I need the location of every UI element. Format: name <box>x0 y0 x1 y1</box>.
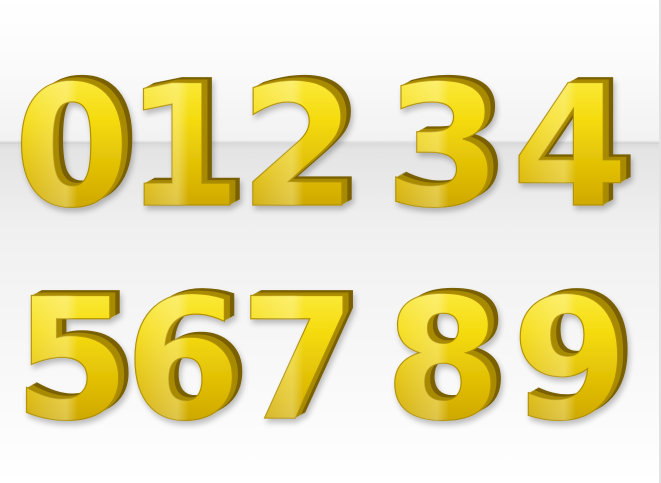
digit-4: 44444444444 <box>511 44 638 246</box>
digits-artwork: 00000000000 11111111111 22222222222 3333333… <box>13 44 638 459</box>
digit-2: 22222222222 <box>239 44 366 246</box>
digit-0-sheen: 0 <box>14 49 131 245</box>
digit-3-sheen: 3 <box>385 49 502 245</box>
digit-0: 00000000000 <box>13 44 140 246</box>
digit-1: 11111111111 <box>124 44 251 246</box>
digit-5: 55555555555 <box>13 257 140 459</box>
digit-7-sheen: 7 <box>240 262 357 458</box>
digit-6: 66666666666 <box>124 257 251 459</box>
digit-8-sheen: 8 <box>385 262 502 458</box>
digit-4-sheen: 4 <box>512 49 629 245</box>
golden-digits-scene: 0000000000011111111111222222222223333333… <box>0 0 661 483</box>
digit-7: 77777777777 <box>239 257 366 459</box>
digit-6-sheen: 6 <box>125 262 242 458</box>
digit-3: 33333333333 <box>384 44 511 246</box>
digit-8: 88888888888 <box>384 257 511 459</box>
digit-1-sheen: 1 <box>125 49 242 245</box>
digit-9-sheen: 9 <box>512 262 629 458</box>
digit-9: 99999999999 <box>511 257 638 459</box>
digit-2-sheen: 2 <box>240 49 357 245</box>
digit-5-sheen: 5 <box>14 262 131 458</box>
